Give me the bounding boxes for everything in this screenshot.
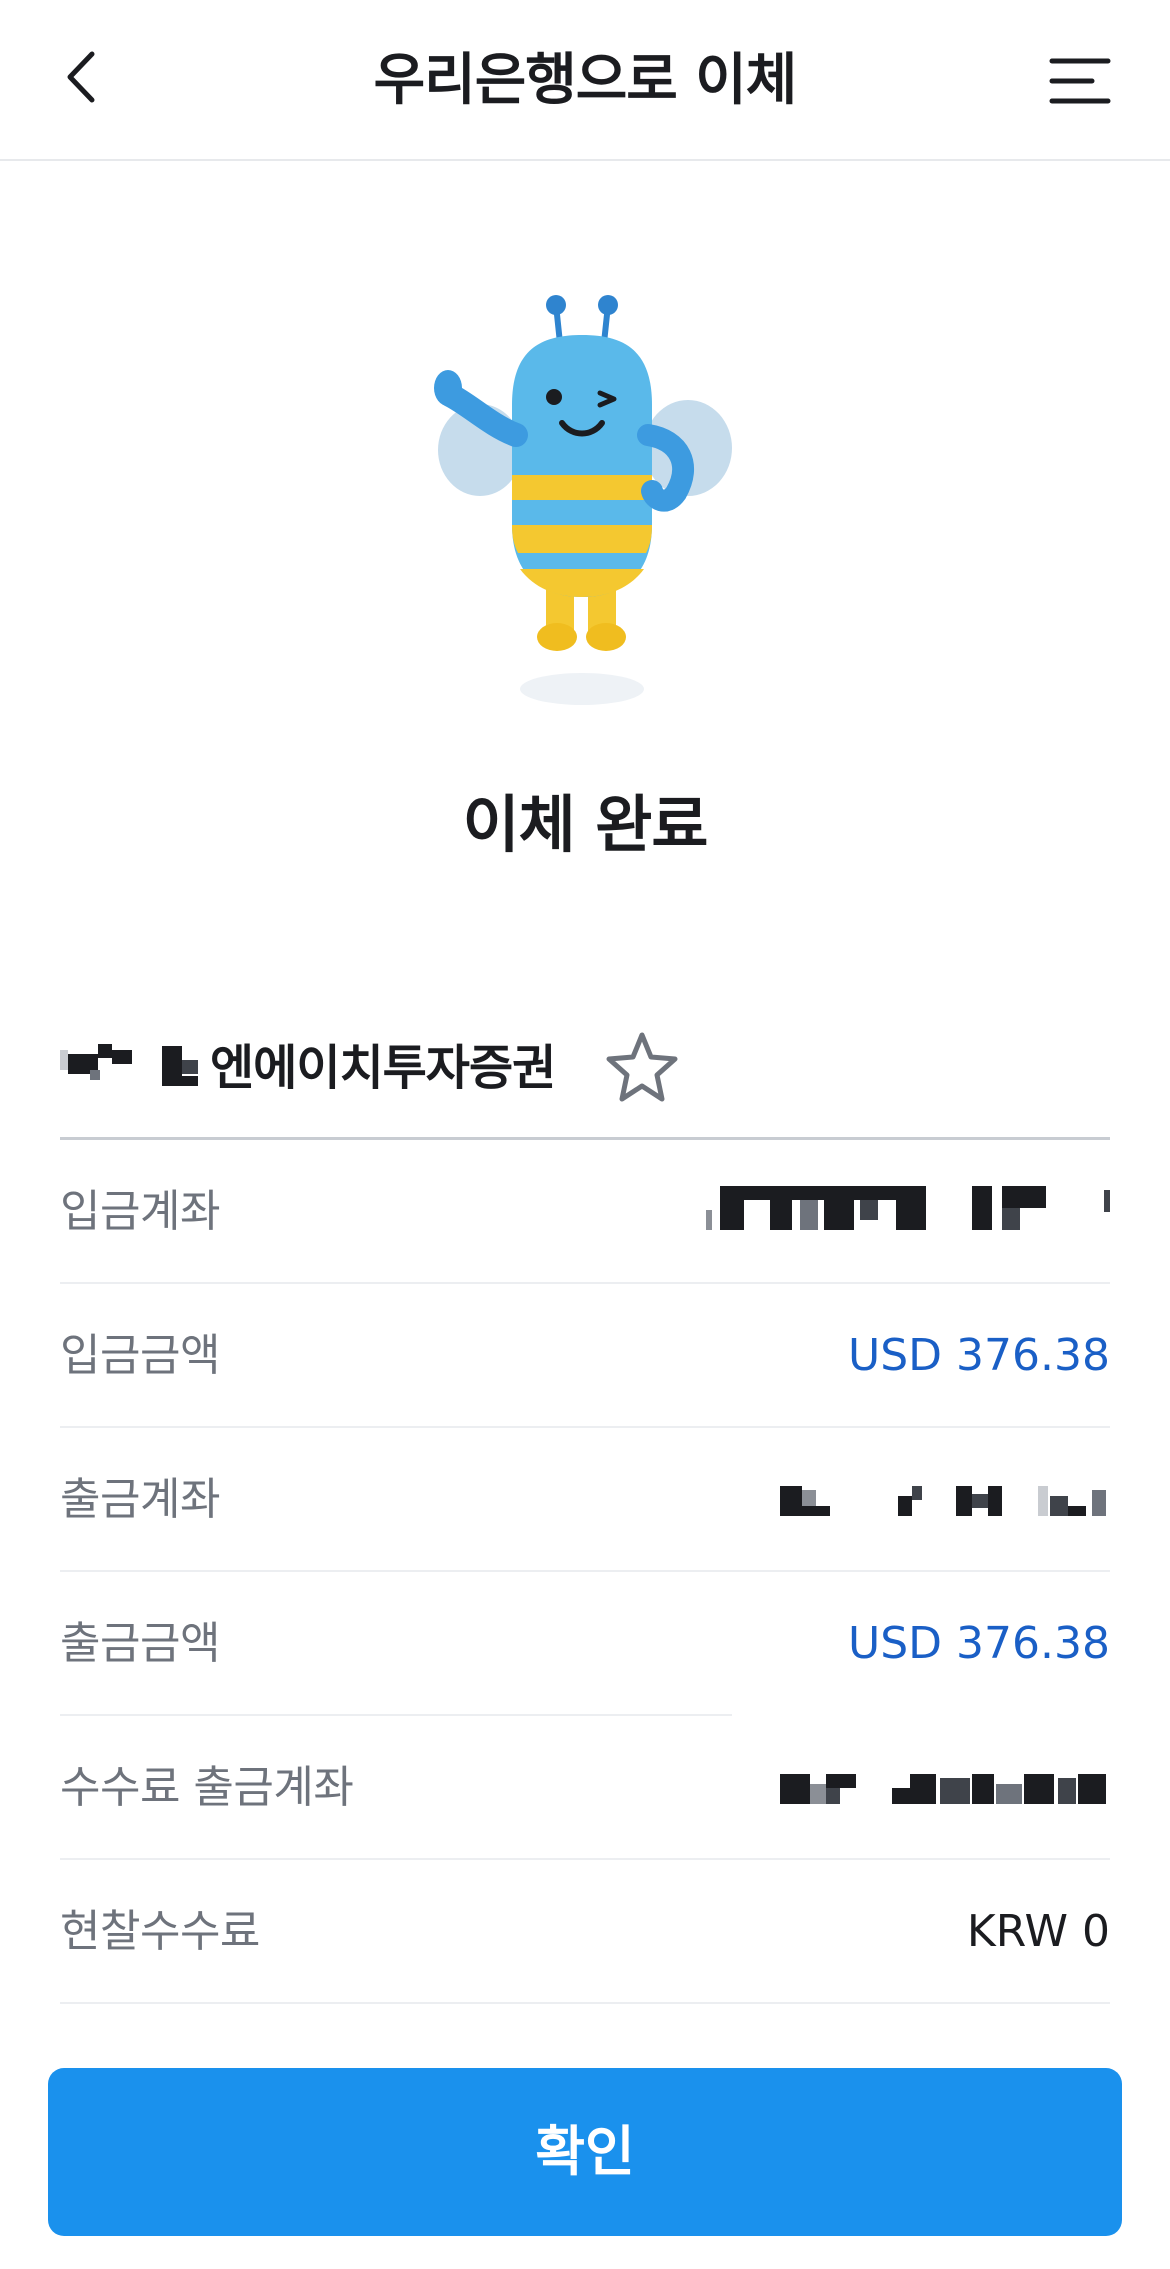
withdrawal-amount-value: USD 376.38	[848, 1618, 1110, 1669]
recipient-header: 엔에이치투자증권	[60, 1020, 1110, 1116]
redacted-withdrawal-account	[780, 1466, 1110, 1536]
row-divider	[60, 2002, 1110, 2004]
redacted-fee-account	[780, 1754, 1110, 1824]
detail-label: 수수료 출금계좌	[60, 1762, 354, 1813]
deposit-amount-value: USD 376.38	[848, 1330, 1110, 1381]
transfer-complete-screen: 우리은행으로 이체 이체 완료 엔에이치투자증권 입금계좌 입금금액 USD 3…	[0, 0, 1170, 2269]
detail-row-withdrawal-amount: 출금금액 USD 376.38	[60, 1572, 1110, 1716]
bee-mascot-icon	[434, 295, 732, 705]
confirm-button[interactable]: 확인	[48, 2068, 1122, 2236]
cash-fee-value: KRW 0	[966, 1906, 1110, 1957]
transfer-complete-title: 이체 완료	[462, 788, 709, 861]
top-app-bar: 우리은행으로 이체	[0, 0, 1170, 161]
recipient-name: 엔에이치투자증권	[210, 1040, 556, 1096]
bee-mascot-illustration	[430, 285, 750, 715]
favorite-button[interactable]	[597, 1023, 687, 1113]
detail-row-deposit-account: 입금계좌	[60, 1140, 1110, 1284]
detail-row-fee-account: 수수료 출금계좌	[60, 1716, 1110, 1860]
detail-row-deposit-amount: 입금금액 USD 376.38	[60, 1284, 1110, 1428]
detail-row-cash-fee: 현찰수수료 KRW 0	[60, 1860, 1110, 2004]
detail-label: 현찰수수료	[60, 1906, 260, 1957]
redacted-recipient-prefix	[60, 1020, 200, 1116]
page-title: 우리은행으로 이체	[373, 48, 798, 113]
star-outline-icon	[606, 1032, 678, 1102]
detail-label: 입금계좌	[60, 1186, 220, 1237]
menu-button[interactable]	[1040, 46, 1120, 116]
redacted-deposit-account	[706, 1178, 1110, 1248]
detail-label: 출금계좌	[60, 1474, 220, 1525]
detail-label: 출금금액	[60, 1618, 220, 1669]
detail-label: 입금금액	[60, 1330, 220, 1381]
detail-row-withdrawal-account: 출금계좌	[60, 1428, 1110, 1572]
hamburger-menu-icon	[1049, 58, 1111, 104]
